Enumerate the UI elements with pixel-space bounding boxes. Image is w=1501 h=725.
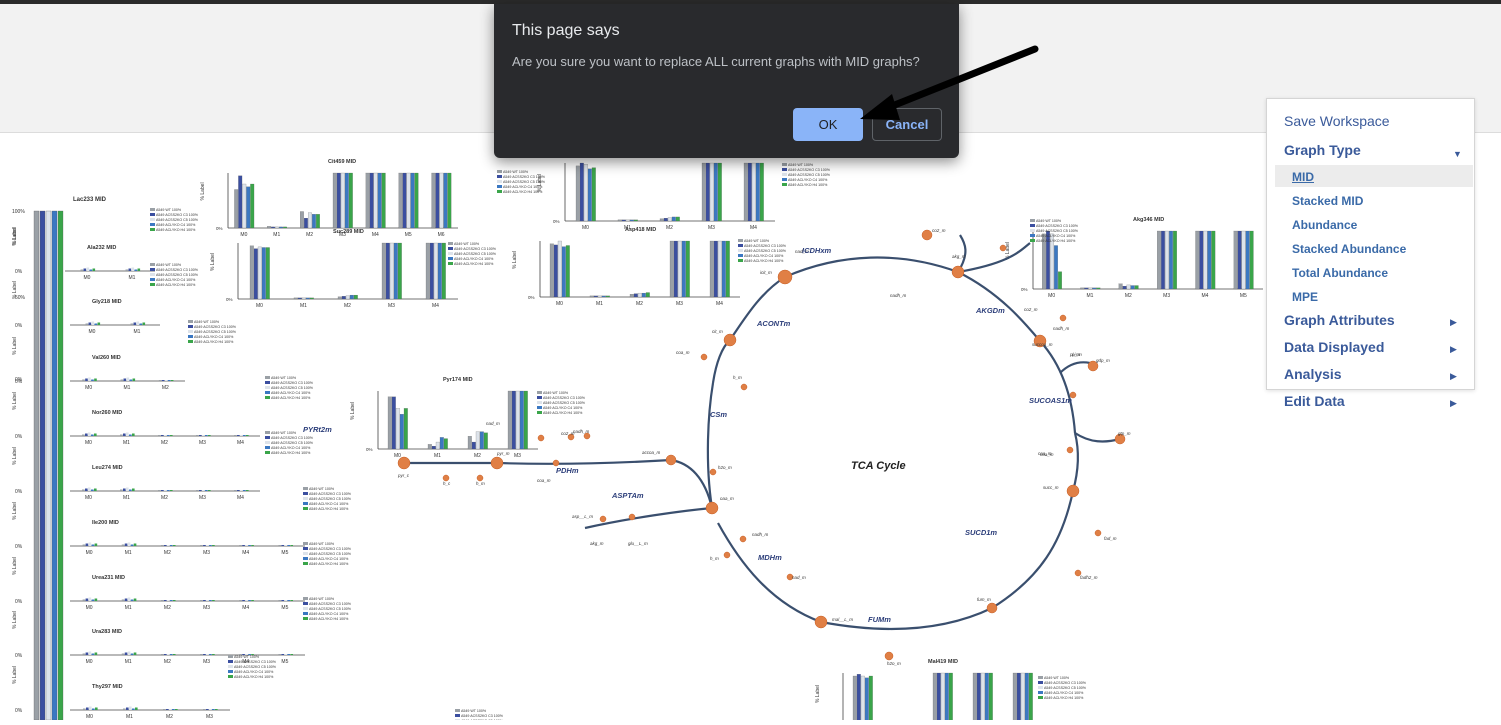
caret-right-icon: ▶ [1450,371,1457,381]
graph-type-mpe[interactable]: MPE [1292,290,1318,304]
annotation-arrow [878,45,1039,114]
graph-type-abundance[interactable]: Abundance [1292,218,1357,232]
side-menu: Save Workspace Graph Type ▼ MID Stacked … [1266,98,1475,409]
save-workspace-link[interactable]: Save Workspace [1284,113,1390,129]
graph-attributes-header[interactable]: Graph Attributes [1284,312,1395,328]
graph-type-stacked-mid[interactable]: Stacked MID [1292,194,1363,208]
graph-type-header[interactable]: Graph Type [1284,142,1361,158]
graph-type-mid[interactable]: MID [1292,170,1314,184]
data-displayed-header[interactable]: Data Displayed [1284,339,1384,355]
caret-right-icon: ▶ [1450,317,1457,327]
edit-data-header[interactable]: Edit Data [1284,393,1345,409]
caret-down-icon: ▼ [1453,149,1462,159]
caret-right-icon: ▶ [1450,398,1457,408]
graph-type-stacked-abundance[interactable]: Stacked Abundance [1292,242,1406,256]
caret-right-icon: ▶ [1450,344,1457,354]
graph-type-total-abundance[interactable]: Total Abundance [1292,266,1388,280]
annotation-arrow-head [860,94,900,120]
analysis-header[interactable]: Analysis [1284,366,1342,382]
